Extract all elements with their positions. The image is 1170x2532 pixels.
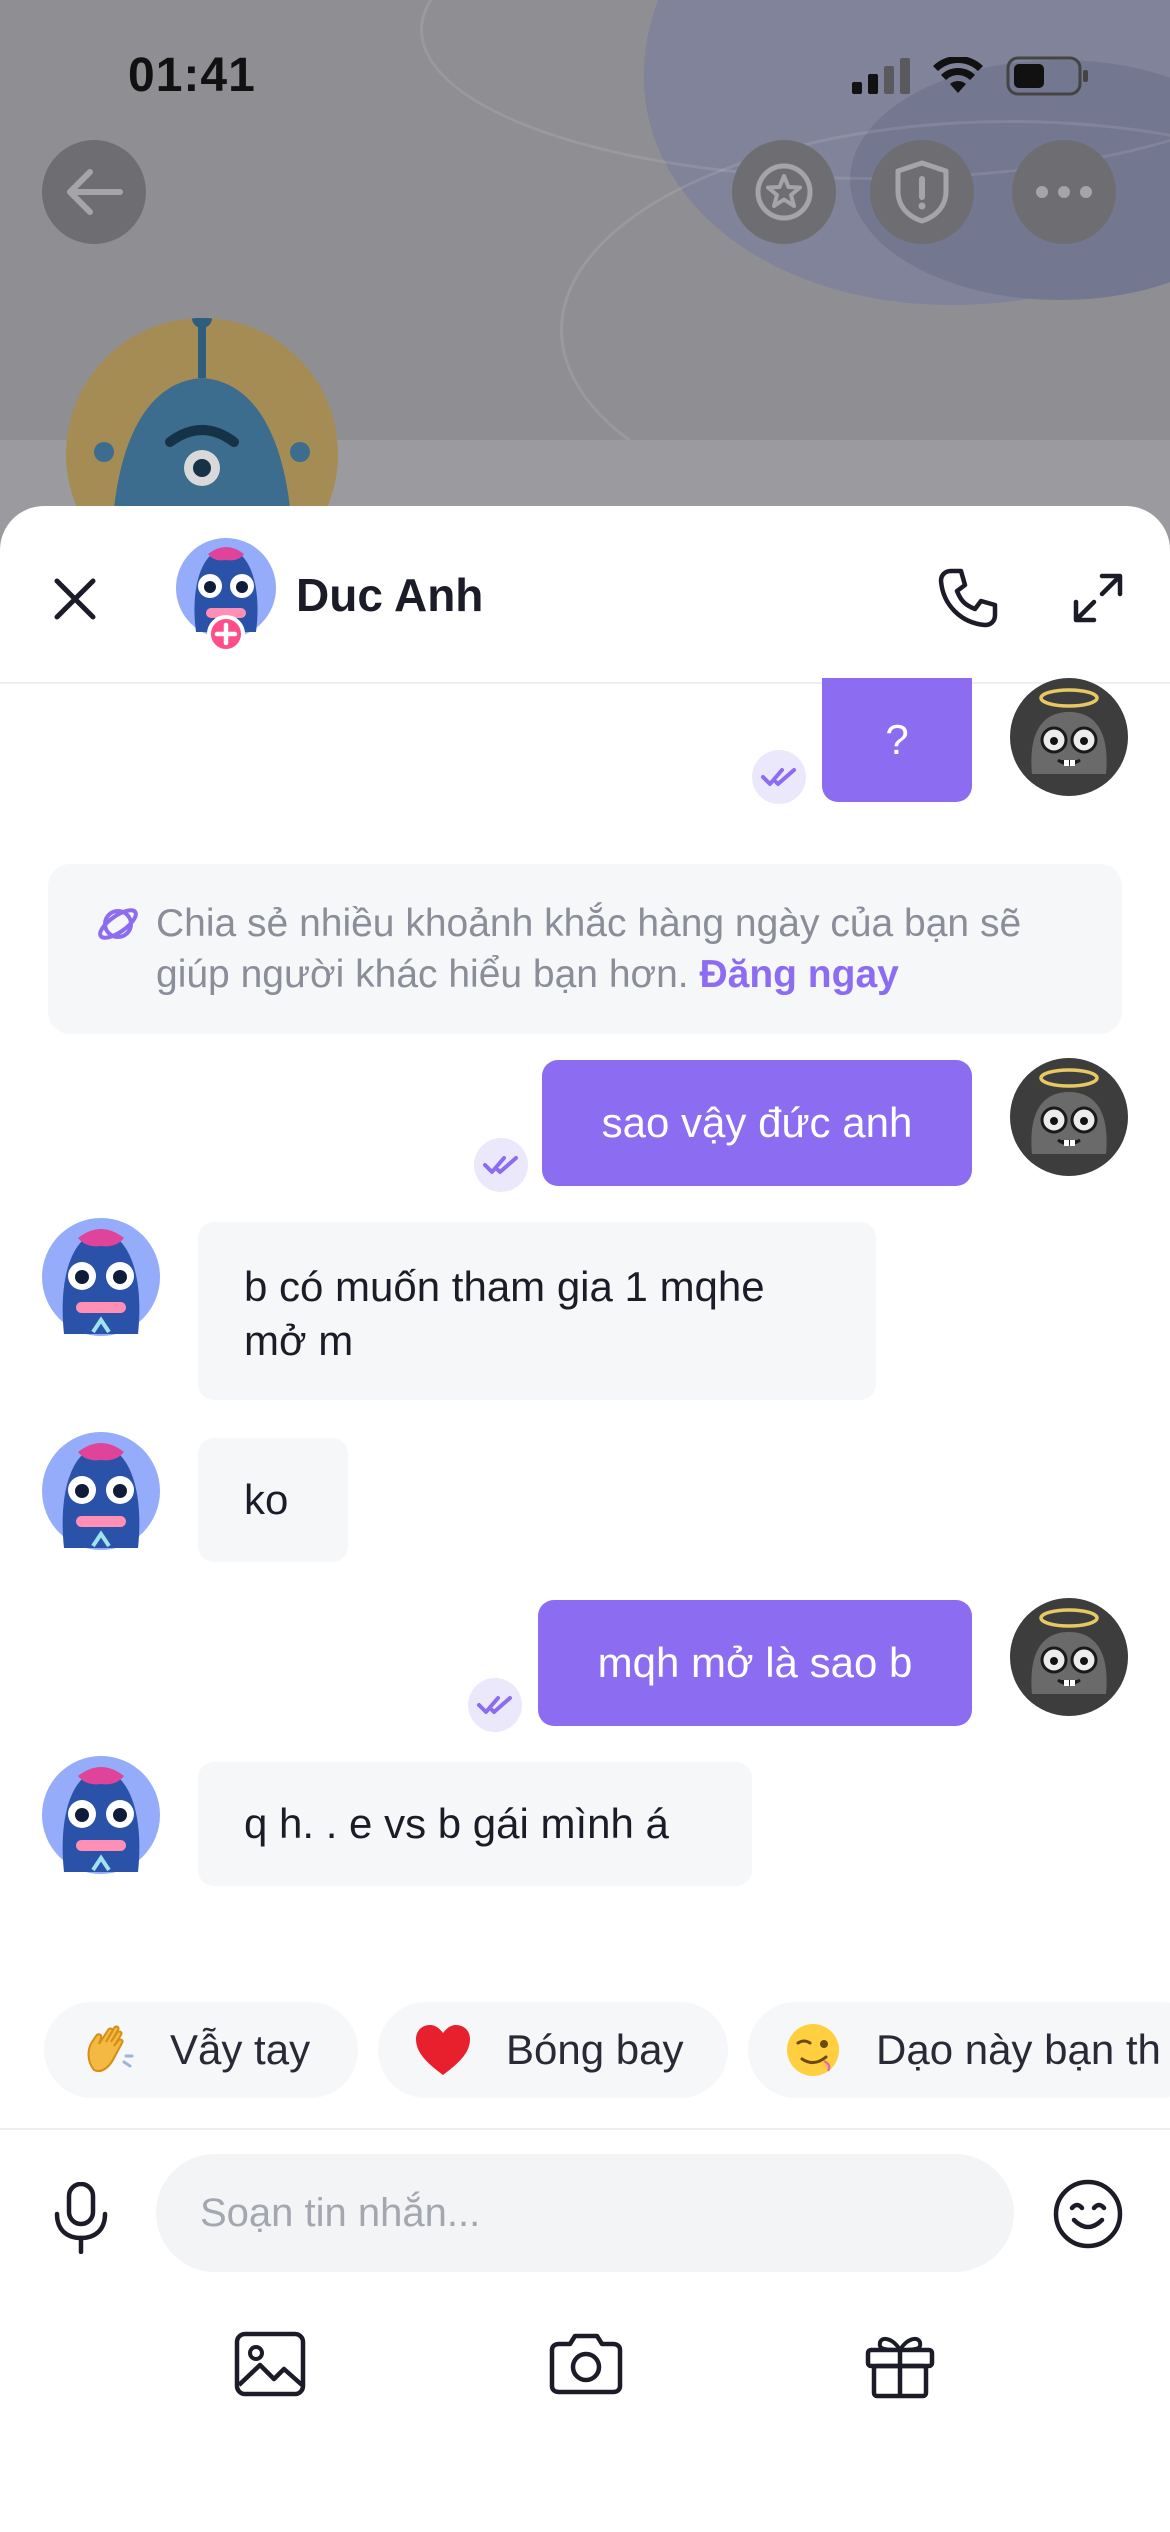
read-receipt-icon (474, 1138, 528, 1192)
red-heart-icon (414, 2023, 472, 2077)
phone-icon (938, 568, 998, 628)
blue-monster-avatar-icon (42, 1218, 160, 1336)
expand-button[interactable] (1060, 560, 1136, 636)
my-avatar[interactable] (1008, 1056, 1130, 1178)
report-button[interactable] (870, 140, 974, 244)
chat-sheet: Duc Anh ? Chia sẻ nhiều khoảnh khắc hàng… (0, 506, 1170, 2532)
quick-reply-wave[interactable]: Vẫy tay (44, 2002, 358, 2098)
share-moments-banner: Chia sẻ nhiều khoảnh khắc hàng ngày của … (48, 864, 1122, 1034)
blue-monster-avatar-icon (42, 1756, 160, 1874)
more-button[interactable] (1012, 140, 1116, 244)
read-receipt-icon (468, 1678, 522, 1732)
voice-button[interactable] (46, 2178, 116, 2258)
banner-text: Chia sẻ nhiều khoảnh khắc hàng ngày của … (156, 902, 1022, 996)
message-input[interactable] (156, 2154, 1014, 2272)
quick-replies: Vẫy tay Bóng bay Dạo này bạn th (44, 2002, 1170, 2098)
my-avatar[interactable] (1008, 676, 1130, 798)
status-time: 01:41 (128, 49, 256, 102)
close-icon (54, 578, 96, 620)
expand-icon (1073, 573, 1123, 623)
camera-button[interactable] (546, 2324, 626, 2404)
message-bubble-out[interactable]: sao vậy đức anh (542, 1060, 972, 1186)
read-receipt-icon (752, 750, 806, 804)
chat-header: Duc Anh (0, 506, 1170, 684)
emoji-button[interactable] (1050, 2176, 1126, 2252)
contact-avatar-small[interactable] (40, 1754, 162, 1876)
battery-icon (1006, 56, 1088, 96)
quick-reply-question[interactable]: Dạo này bạn th (748, 2002, 1170, 2098)
signal-icon (852, 58, 910, 94)
blue-monster-avatar-icon (176, 538, 276, 653)
message-bubble-in[interactable]: q h. . e vs b gái mình á (198, 1762, 752, 1886)
shield-alert-icon (895, 160, 949, 224)
arrow-left-icon (67, 169, 123, 215)
more-dots-icon (1036, 186, 1092, 198)
contact-avatar-small[interactable] (40, 1216, 162, 1338)
angel-avatar-icon (1010, 1598, 1128, 1716)
back-button[interactable] (42, 140, 146, 244)
my-avatar[interactable] (1008, 1596, 1130, 1718)
status-icons (852, 56, 1090, 96)
contact-avatar-small[interactable] (40, 1430, 162, 1552)
call-button[interactable] (930, 560, 1006, 636)
image-icon (234, 2331, 306, 2397)
gallery-button[interactable] (230, 2324, 310, 2404)
favorite-button[interactable] (732, 140, 836, 244)
wifi-icon (933, 57, 983, 93)
message-bubble-in[interactable]: ko (198, 1438, 348, 1562)
quick-reply-balloon[interactable]: Bóng bay (378, 2002, 728, 2098)
gift-icon (865, 2337, 935, 2399)
close-button[interactable] (40, 564, 110, 634)
message-bubble-out[interactable]: ? (822, 678, 972, 802)
angel-avatar-icon (1010, 1058, 1128, 1176)
angel-avatar-icon (1010, 678, 1128, 796)
smiley-icon (1053, 2179, 1123, 2249)
microphone-icon (54, 2182, 108, 2254)
blue-monster-avatar-icon (42, 1432, 160, 1550)
star-badge-icon (755, 163, 813, 221)
contact-avatar[interactable] (174, 536, 278, 653)
planet-icon (98, 908, 138, 940)
post-now-link[interactable]: Đăng ngay (699, 953, 898, 996)
gift-button[interactable] (860, 2324, 940, 2404)
message-bubble-out[interactable]: mqh mở là sao b (538, 1600, 972, 1726)
winking-face-icon (784, 2021, 842, 2079)
waving-hand-icon (80, 2022, 136, 2078)
contact-name[interactable]: Duc Anh (296, 568, 483, 622)
message-bubble-in[interactable]: b có muốn tham gia 1 mqhe mở m (198, 1222, 876, 1400)
camera-icon (549, 2333, 623, 2395)
divider (0, 2128, 1170, 2130)
